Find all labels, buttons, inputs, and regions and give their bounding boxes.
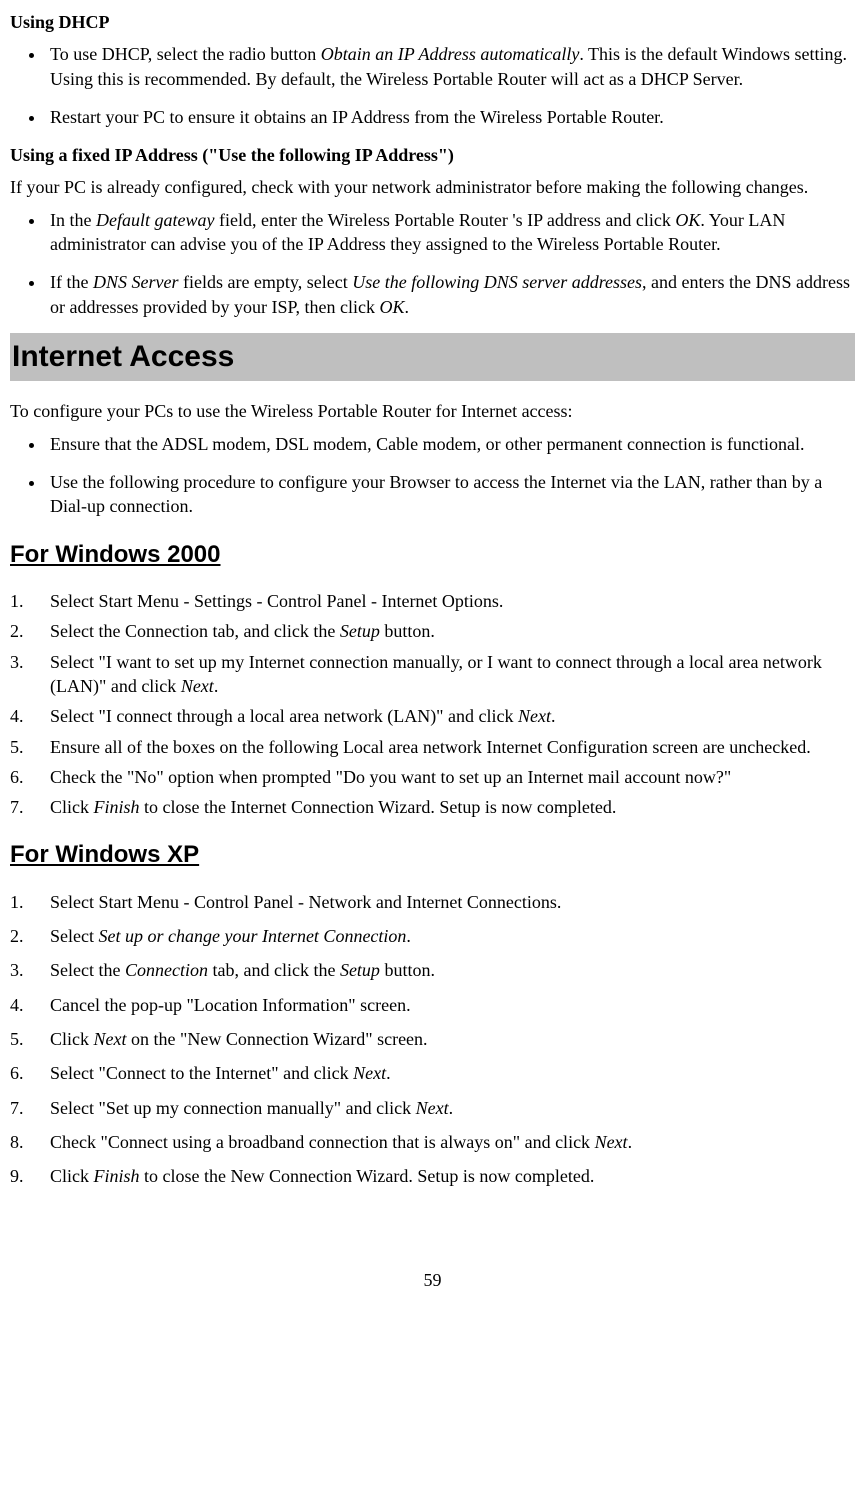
numbered-list-win2000: Select Start Menu - Settings - Control P… [10, 589, 855, 819]
text: . [404, 297, 409, 317]
list-item: Restart your PC to ensure it obtains an … [46, 105, 855, 129]
list-item: To use DHCP, select the radio button Obt… [46, 42, 855, 91]
list-item: Use the following procedure to configure… [46, 470, 855, 519]
text-emphasis: OK [675, 210, 700, 230]
text: Select Start Menu - Settings - Control P… [50, 591, 503, 611]
heading-fixed-ip: Using a fixed IP Address ("Use the follo… [10, 143, 855, 167]
text: Click [50, 1029, 94, 1049]
text-emphasis: Next [595, 1132, 628, 1152]
text: . [628, 1132, 633, 1152]
text: on the "New Connection Wizard" screen. [127, 1029, 428, 1049]
text: In the [50, 210, 96, 230]
bullet-list-internet-access: Ensure that the ADSL modem, DSL modem, C… [10, 432, 855, 519]
text: Select "Set up my connection manually" a… [50, 1098, 416, 1118]
list-item: Check the "No" option when prompted "Do … [10, 765, 855, 789]
heading-using-dhcp: Using DHCP [10, 10, 855, 34]
text: Select "I want to set up my Internet con… [50, 652, 822, 696]
text: Restart your PC to ensure it obtains an … [50, 107, 664, 127]
text-emphasis: OK [379, 297, 404, 317]
text: Select "Connect to the Internet" and cli… [50, 1063, 353, 1083]
text: . [449, 1098, 454, 1118]
paragraph: To configure your PCs to use the Wireles… [10, 399, 855, 423]
text: Select Start Menu - Control Panel - Netw… [50, 892, 561, 912]
text-emphasis: Set up or change your Internet Connectio… [98, 926, 406, 946]
list-item: Select the Connection tab, and click the… [10, 958, 855, 982]
list-item: Select the Connection tab, and click the… [10, 619, 855, 643]
text: Select the Connection tab, and click the [50, 621, 340, 641]
text-emphasis: DNS Server [93, 272, 178, 292]
text-emphasis: Finish [94, 797, 140, 817]
list-item: Click Next on the "New Connection Wizard… [10, 1027, 855, 1051]
text: tab, and click the [208, 960, 340, 980]
text: . [214, 676, 219, 696]
list-item: In the Default gateway field, enter the … [46, 208, 855, 257]
text: Click [50, 797, 94, 817]
list-item: Select "Connect to the Internet" and cli… [10, 1061, 855, 1085]
list-item: Click Finish to close the Internet Conne… [10, 795, 855, 819]
list-item: Select Set up or change your Internet Co… [10, 924, 855, 948]
bullet-list-dhcp: To use DHCP, select the radio button Obt… [10, 42, 855, 129]
text: Check the "No" option when prompted "Do … [50, 767, 731, 787]
text: to close the New Connection Wizard. Setu… [140, 1166, 595, 1186]
list-item: Ensure that the ADSL modem, DSL modem, C… [46, 432, 855, 456]
text: Ensure all of the boxes on the following… [50, 737, 811, 757]
text-emphasis: Next [518, 706, 551, 726]
text: field, enter the Wireless Portable Route… [214, 210, 675, 230]
text: button. [380, 621, 435, 641]
list-item: If the DNS Server fields are empty, sele… [46, 270, 855, 319]
text: button. [380, 960, 435, 980]
text: . [551, 706, 556, 726]
list-item: Cancel the pop-up "Location Information"… [10, 993, 855, 1017]
page-number: 59 [10, 1268, 855, 1292]
text-emphasis: Next [94, 1029, 127, 1049]
list-item: Select Start Menu - Settings - Control P… [10, 589, 855, 613]
text: . [386, 1063, 391, 1083]
text: Select [50, 926, 98, 946]
list-item: Select "Set up my connection manually" a… [10, 1096, 855, 1120]
text-emphasis: Use the following DNS server addresses [352, 272, 642, 292]
bullet-list-fixed-ip: In the Default gateway field, enter the … [10, 208, 855, 319]
heading-windows-2000: For Windows 2000 [10, 539, 855, 571]
text: fields are empty, select [178, 272, 352, 292]
text-emphasis: Setup [340, 960, 380, 980]
heading-windows-xp: For Windows XP [10, 839, 855, 871]
paragraph: If your PC is already configured, check … [10, 175, 855, 199]
list-item: Click Finish to close the New Connection… [10, 1164, 855, 1188]
text: To use DHCP, select the radio button [50, 44, 321, 64]
list-item: Check "Connect using a broadband connect… [10, 1130, 855, 1154]
text-emphasis: Finish [94, 1166, 140, 1186]
text-emphasis: Next [353, 1063, 386, 1083]
section-bar-internet-access: Internet Access [10, 333, 855, 382]
text: Check "Connect using a broadband connect… [50, 1132, 595, 1152]
text-emphasis: Next [416, 1098, 449, 1118]
text: Select "I connect through a local area n… [50, 706, 518, 726]
text-emphasis: Setup [340, 621, 380, 641]
numbered-list-winxp: Select Start Menu - Control Panel - Netw… [10, 890, 855, 1189]
text: Select the [50, 960, 125, 980]
list-item: Select "I want to set up my Internet con… [10, 650, 855, 699]
text-emphasis: Next [181, 676, 214, 696]
text: Cancel the pop-up "Location Information"… [50, 995, 411, 1015]
list-item: Select "I connect through a local area n… [10, 704, 855, 728]
text: . [406, 926, 411, 946]
text: If the [50, 272, 93, 292]
list-item: Ensure all of the boxes on the following… [10, 735, 855, 759]
text-emphasis: Default gateway [96, 210, 214, 230]
text: Click [50, 1166, 94, 1186]
text: to close the Internet Connection Wizard.… [140, 797, 617, 817]
text-emphasis: Connection [125, 960, 208, 980]
list-item: Select Start Menu - Control Panel - Netw… [10, 890, 855, 914]
text-emphasis: Obtain an IP Address automatically [321, 44, 580, 64]
